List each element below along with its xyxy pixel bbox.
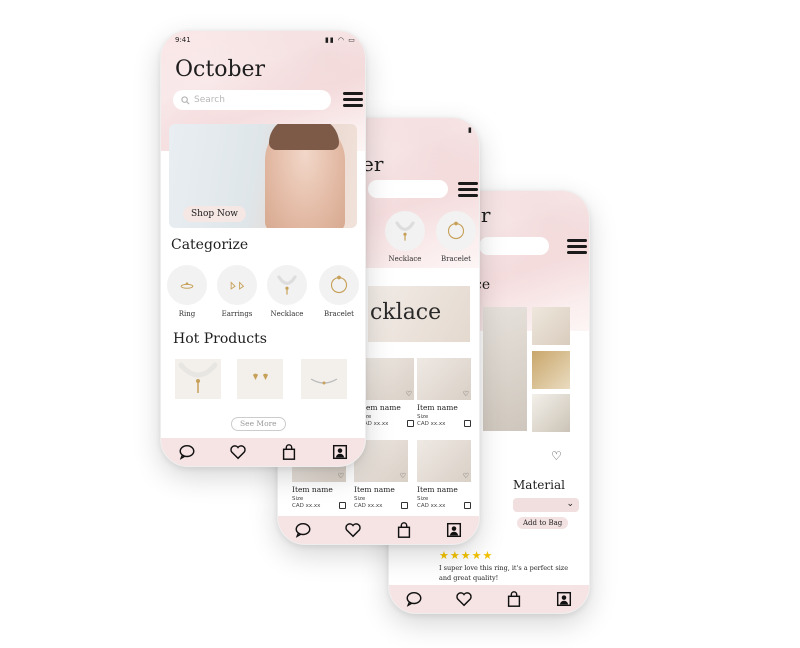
- heart-icon[interactable]: ♡: [463, 472, 469, 480]
- profile-icon[interactable]: [444, 520, 464, 540]
- menu-icon[interactable]: [343, 92, 363, 107]
- bag-icon[interactable]: [394, 520, 414, 540]
- item-size: Size: [417, 414, 429, 420]
- product-thumb-1[interactable]: [532, 307, 570, 345]
- category-label: Bracelet: [441, 255, 471, 263]
- tab-bar: [278, 516, 479, 544]
- hot-product-necklace[interactable]: [175, 359, 221, 399]
- item-price: CAD xx.xx: [354, 503, 383, 509]
- category-earrings-button[interactable]: [217, 265, 257, 305]
- ring-icon: [180, 282, 194, 289]
- item-name: Item name: [417, 485, 458, 494]
- heart-icon[interactable]: ♡: [338, 472, 344, 480]
- hot-products-heading: Hot Products: [173, 331, 267, 347]
- item-price: CAD xx.xx: [360, 421, 389, 427]
- tab-bar: [389, 585, 589, 613]
- item-price: CAD xx.xx: [417, 503, 446, 509]
- item-size: Size: [354, 496, 366, 502]
- category-bracelet-button[interactable]: [436, 211, 476, 251]
- heart-icon[interactable]: ♡: [406, 390, 412, 398]
- search-input[interactable]: [368, 180, 448, 198]
- hero-banner: Shop Now: [169, 124, 357, 228]
- item-size: Size: [360, 414, 414, 420]
- category-label: Bracelet: [324, 310, 354, 318]
- necklace-banner: cklace: [368, 286, 470, 342]
- banner-title: cklace: [370, 300, 442, 325]
- profile-icon[interactable]: [330, 442, 350, 462]
- search-input[interactable]: [479, 237, 549, 255]
- bracelet-icon: [330, 275, 348, 294]
- product-image: ♡: [417, 358, 471, 400]
- review-text: I super love this ring, it's a perfect s…: [439, 564, 569, 582]
- brand-title: October: [175, 57, 266, 82]
- category-label: Necklace: [270, 310, 304, 318]
- search-icon: [181, 95, 190, 105]
- bag-icon[interactable]: [464, 502, 471, 509]
- search-input[interactable]: Search: [173, 90, 331, 110]
- item-price: CAD xx.xx: [417, 421, 446, 427]
- bag-icon[interactable]: [407, 420, 414, 427]
- heart-icon[interactable]: ♡: [463, 390, 469, 398]
- shop-now-button[interactable]: Shop Now: [183, 206, 246, 222]
- bag-icon[interactable]: [401, 502, 408, 509]
- heart-icon[interactable]: [454, 589, 474, 609]
- model-hair: [269, 124, 339, 150]
- add-to-bag-button[interactable]: Add to Bag: [517, 517, 569, 529]
- material-select[interactable]: ⌄: [513, 498, 579, 512]
- item-name: Item name: [354, 485, 395, 494]
- heart-icon[interactable]: [343, 520, 363, 540]
- see-more-button[interactable]: See More: [231, 417, 286, 431]
- product-card[interactable]: ♡ Item name Size CAD xx.xx: [417, 440, 471, 509]
- status-icons: ▮▮ ◠ ▭: [325, 36, 356, 44]
- bag-icon[interactable]: [339, 502, 346, 509]
- bag-icon[interactable]: [279, 442, 299, 462]
- heart-icon[interactable]: [228, 442, 248, 462]
- categorize-heading: Categorize: [171, 237, 249, 253]
- rating-stars: ★★★★★: [439, 549, 494, 562]
- item-size: Size: [292, 496, 304, 502]
- chat-icon[interactable]: [293, 520, 313, 540]
- product-main-image: [483, 307, 527, 431]
- heart-icon[interactable]: ♡: [400, 472, 406, 480]
- chat-icon[interactable]: [404, 589, 424, 609]
- chat-icon[interactable]: [177, 442, 197, 462]
- product-image: ♡: [417, 440, 471, 482]
- product-card[interactable]: ♡ Item name Size CAD xx.xx: [360, 358, 414, 427]
- category-bracelet-button[interactable]: [319, 265, 359, 305]
- hot-product-earrings[interactable]: [237, 359, 283, 399]
- phone-home: 9:41 ▮▮ ◠ ▭ October Search Shop Now Cate…: [160, 30, 366, 467]
- search-placeholder: Search: [194, 95, 225, 105]
- item-name: Item name: [292, 485, 333, 494]
- category-ring-button[interactable]: [167, 265, 207, 305]
- bag-icon[interactable]: [504, 589, 524, 609]
- earrings-icon: [230, 281, 245, 290]
- chevron-down-icon: ⌄: [566, 499, 574, 509]
- status-time: 9:41: [175, 36, 191, 44]
- product-thumb-2[interactable]: [532, 351, 570, 389]
- necklace-icon: [395, 221, 415, 241]
- category-necklace-button[interactable]: [385, 211, 425, 251]
- item-name: Item name: [360, 403, 401, 412]
- profile-icon[interactable]: [554, 589, 574, 609]
- category-necklace-button[interactable]: [267, 265, 307, 305]
- earrings-icon: [253, 373, 268, 380]
- heart-icon[interactable]: ♡: [551, 449, 562, 463]
- product-thumb-3[interactable]: [532, 394, 570, 432]
- menu-icon[interactable]: [458, 182, 478, 197]
- status-icons: ▮: [468, 126, 472, 134]
- material-label: Material: [513, 478, 565, 492]
- product-card[interactable]: ♡ Item name Size CAD xx.xx: [417, 358, 471, 427]
- product-image: ♡: [360, 358, 414, 400]
- item-size: Size: [417, 496, 429, 502]
- item-name: Item name: [417, 403, 458, 412]
- necklace-icon: [178, 362, 218, 393]
- bracelet-icon: [310, 378, 338, 385]
- bag-icon[interactable]: [464, 420, 471, 427]
- hot-product-bracelet[interactable]: [301, 359, 347, 399]
- tab-bar: [161, 438, 365, 466]
- necklace-icon: [277, 275, 297, 295]
- item-price: CAD xx.xx: [292, 503, 321, 509]
- menu-icon[interactable]: [567, 239, 587, 254]
- bracelet-icon: [447, 221, 465, 240]
